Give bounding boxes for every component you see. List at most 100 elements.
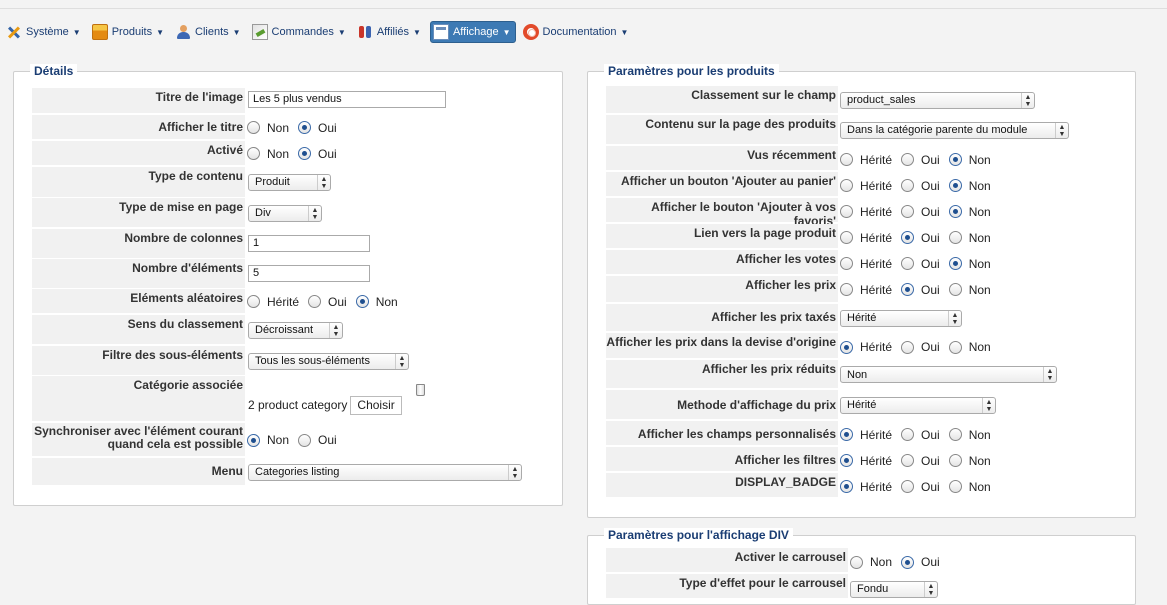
field-titre-image: Titre de l'image [32, 88, 446, 114]
radio-oui[interactable] [901, 428, 915, 441]
top-menu-bar: Système ▼ Produits ▼ Clients ▼ Commandes… [0, 0, 1167, 62]
menu-documentation[interactable]: Documentation ▼ [521, 21, 633, 43]
synchroniser-label-line2: quand cela est possible [107, 437, 243, 451]
radio-non[interactable] [948, 283, 962, 296]
field-prix-taxes: Afficher les prix taxés Hérité ▲ ▼ [606, 304, 962, 332]
radio-non[interactable] [948, 231, 962, 244]
radio-herite[interactable] [840, 179, 853, 192]
radio-herite[interactable] [840, 340, 853, 354]
radio-herite[interactable] [840, 428, 853, 441]
menu-systeme[interactable]: Système ▼ [4, 21, 85, 43]
nb-colonnes-input[interactable] [248, 234, 370, 252]
type-contenu-select[interactable]: Produit ▲ ▼ [248, 173, 331, 191]
nb-elements-input[interactable] [248, 264, 370, 282]
radio-non[interactable] [948, 480, 962, 493]
field-type-mise-en-page: Type de mise en page Div ▲ ▼ [32, 198, 322, 228]
menu-label: Affichage [452, 26, 499, 38]
radio-herite[interactable] [840, 480, 853, 493]
radio-oui[interactable] [901, 340, 915, 354]
field-label: Synchroniser avec l'élément courant quan… [32, 423, 245, 457]
field-carrousel: Activer le carrousel Non Oui [606, 548, 949, 573]
menu-label: Documentation [542, 26, 617, 38]
field-label: Classement sur le champ [606, 86, 838, 114]
radio-label: Oui [921, 178, 940, 193]
classement-select[interactable]: product_sales ▲ ▼ [840, 91, 1035, 109]
radio-non[interactable] [948, 205, 962, 218]
select-value: Produit [255, 176, 290, 188]
tools-icon [6, 24, 22, 40]
radio-label: Non [968, 230, 991, 245]
radio-oui[interactable] [298, 147, 312, 160]
menu-label: Clients [195, 26, 229, 38]
radio-herite[interactable] [840, 205, 853, 218]
radio-non[interactable] [247, 121, 260, 134]
radio-oui[interactable] [901, 153, 915, 166]
radio-oui[interactable] [901, 555, 915, 569]
radio-herite[interactable] [840, 231, 853, 244]
mise-en-page-select[interactable]: Div ▲ ▼ [248, 204, 322, 222]
radio-oui[interactable] [901, 480, 915, 493]
menu-produits[interactable]: Produits ▼ [90, 21, 168, 43]
prix-taxes-select[interactable]: Hérité ▲ ▼ [840, 309, 962, 327]
radio-label: Oui [921, 282, 940, 297]
radio-herite[interactable] [840, 257, 853, 270]
radio-label: Non [267, 120, 290, 135]
radio-oui[interactable] [901, 454, 915, 467]
radio-oui[interactable] [298, 433, 312, 447]
field-label: Afficher les prix taxés [606, 304, 838, 332]
filtre-select[interactable]: Tous les sous-éléments ▲ ▼ [248, 352, 409, 370]
select-arrows-icon: ▲ ▼ [508, 464, 521, 480]
radio-label: Non [968, 479, 991, 494]
radio-non[interactable] [948, 179, 962, 192]
titre-image-input[interactable] [248, 90, 446, 108]
sens-classement-select[interactable]: Décroissant ▲ ▼ [248, 321, 343, 339]
menu-label: Produits [111, 26, 153, 38]
radio-label: Oui [328, 294, 347, 309]
field-filtre-sous-elements: Filtre des sous-éléments Tous les sous-é… [32, 346, 409, 376]
radio-label: Non [968, 340, 991, 354]
radio-herite[interactable] [840, 283, 853, 296]
radio-label: Non [267, 433, 290, 447]
field-prix-reduits: Afficher les prix réduits Non ▲ ▼ [606, 360, 1057, 389]
radio-non[interactable] [948, 153, 962, 166]
radio-label: Hérité [860, 178, 893, 193]
radio-oui[interactable] [901, 205, 915, 218]
radio-oui[interactable] [901, 231, 915, 244]
choisir-button[interactable]: Choisir [350, 395, 402, 415]
radio-oui[interactable] [298, 121, 312, 134]
select-arrows-icon: ▲ ▼ [308, 205, 321, 221]
radio-non[interactable] [355, 295, 369, 308]
field-sens-classement: Sens du classement Décroissant ▲ ▼ [32, 315, 343, 345]
radio-non[interactable] [948, 428, 962, 441]
radio-herite[interactable] [247, 295, 260, 308]
radio-non[interactable] [948, 454, 962, 467]
menu-affichage[interactable]: Affichage ▼ [429, 21, 516, 43]
field-champs-perso: Afficher les champs personnalisés Hérité… [606, 421, 1000, 446]
radio-label: Non [968, 453, 991, 468]
radio-non[interactable] [247, 147, 260, 160]
radio-oui[interactable] [901, 179, 915, 192]
trash-icon[interactable] [416, 384, 425, 396]
prix-reduits-select[interactable]: Non ▲ ▼ [840, 366, 1057, 383]
radio-oui[interactable] [901, 257, 915, 270]
contenu-page-select[interactable]: Dans la catégorie parente du module ▲ ▼ [840, 121, 1069, 139]
select-arrows-icon: ▲ ▼ [329, 322, 342, 338]
methode-prix-select[interactable]: Hérité ▲ ▼ [840, 396, 996, 414]
menu-commandes[interactable]: Commandes ▼ [250, 21, 350, 43]
radio-label: Non [968, 427, 991, 442]
radio-non[interactable] [850, 555, 863, 569]
effet-select[interactable]: Fondu ▲ ▼ [850, 580, 938, 598]
radio-non[interactable] [948, 257, 962, 270]
radio-oui[interactable] [901, 283, 915, 296]
radio-non[interactable] [247, 433, 260, 447]
field-label: Type de mise en page [32, 198, 245, 228]
radio-oui[interactable] [308, 295, 322, 308]
radio-herite[interactable] [840, 153, 853, 166]
radio-non[interactable] [948, 340, 962, 354]
menu-clients[interactable]: Clients ▼ [173, 21, 245, 43]
menu-select[interactable]: Categories listing ▲ ▼ [248, 463, 522, 481]
radio-label: Hérité [860, 340, 893, 354]
chevron-down-icon: ▼ [502, 27, 511, 37]
radio-herite[interactable] [840, 454, 853, 467]
menu-affilies[interactable]: Affiliés ▼ [355, 21, 425, 43]
